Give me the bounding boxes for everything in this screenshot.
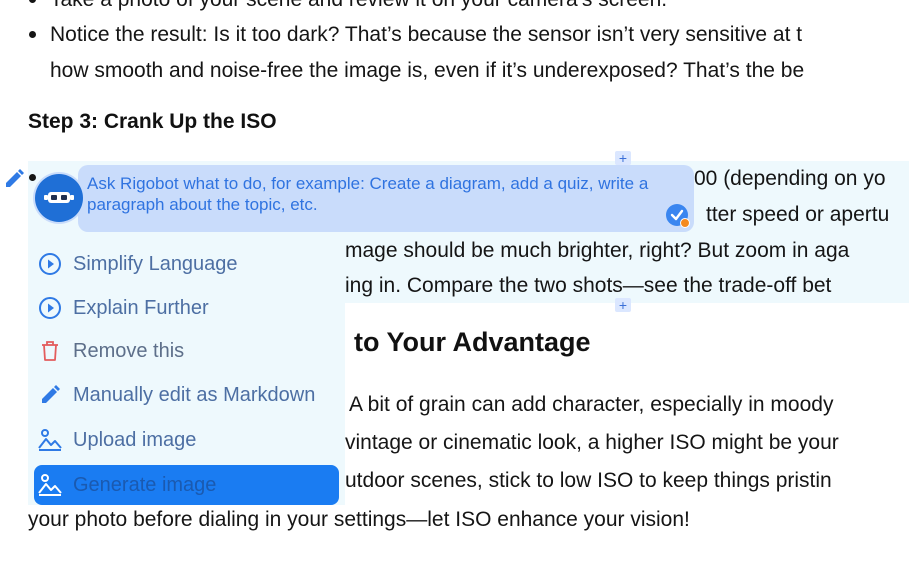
- ai-actions-menu: Simplify Language Explain Further Remove…: [28, 232, 345, 505]
- para-line-2-tail: vintage or cinematic look, a higher ISO …: [345, 431, 839, 454]
- image-icon: [37, 472, 63, 498]
- iso-line-1-tail: 00 (depending on yo: [694, 167, 886, 190]
- menu-item-label: Upload image: [73, 428, 197, 451]
- send-prompt-button[interactable]: [666, 204, 690, 228]
- menu-item-explain-further[interactable]: Explain Further: [34, 288, 339, 328]
- iso-line-4-tail: ing in. Compare the two shots—see the tr…: [345, 274, 832, 297]
- top-partial-line: Take a photo of your scene and review it…: [50, 0, 667, 14]
- para-line-3-tail: utdoor scenes, stick to low ISO to keep …: [345, 469, 832, 492]
- notice-line-2: how smooth and noise-free the image is, …: [50, 59, 805, 82]
- menu-item-remove-this[interactable]: Remove this: [34, 331, 339, 371]
- para-line-4: your photo before dialing in your settin…: [28, 508, 690, 531]
- rigobot-avatar: [35, 174, 83, 222]
- menu-item-label: Simplify Language: [73, 252, 238, 275]
- play-circle-icon: [37, 251, 63, 277]
- menu-item-edit-markdown[interactable]: Manually edit as Markdown: [34, 375, 339, 415]
- menu-item-generate-image[interactable]: Generate image: [34, 465, 339, 505]
- section-heading: to Your Advantage: [354, 327, 591, 357]
- menu-item-simplify-language[interactable]: Simplify Language: [34, 244, 339, 284]
- robot-face-icon: [44, 192, 74, 203]
- edit-block-pencil-icon[interactable]: [3, 168, 25, 190]
- menu-item-label: Explain Further: [73, 296, 209, 319]
- play-circle-icon: [37, 295, 63, 321]
- iso-line-3-tail: mage should be much brighter, right? But…: [345, 239, 850, 262]
- rigobot-prompt-placeholder: Ask Rigobot what to do, for example: Cre…: [87, 174, 649, 214]
- menu-item-label: Manually edit as Markdown: [73, 383, 316, 406]
- trash-icon: [37, 338, 63, 364]
- menu-item-label: Generate image: [73, 473, 217, 496]
- para-line-1-tail: A bit of grain can add character, especi…: [349, 393, 834, 416]
- lesson-editor-page: Take a photo of your scene and review it…: [0, 0, 909, 565]
- rigobot-prompt-input[interactable]: Ask Rigobot what to do, for example: Cre…: [78, 165, 694, 232]
- step3-heading: Step 3: Crank Up the ISO: [28, 110, 277, 133]
- image-icon: [37, 427, 63, 453]
- status-dot: [680, 218, 690, 228]
- menu-item-upload-image[interactable]: Upload image: [34, 420, 339, 460]
- menu-item-label: Remove this: [73, 339, 185, 362]
- notice-line-1: Notice the result: Is it too dark? That’…: [50, 23, 803, 46]
- bullet-dot: [29, 0, 36, 3]
- pencil-icon: [37, 382, 63, 408]
- add-block-above-button[interactable]: +: [615, 151, 631, 165]
- bullet-dot: [29, 31, 36, 38]
- iso-line-2-tail: tter speed or apertu: [706, 203, 890, 226]
- add-block-below-button[interactable]: +: [615, 298, 631, 312]
